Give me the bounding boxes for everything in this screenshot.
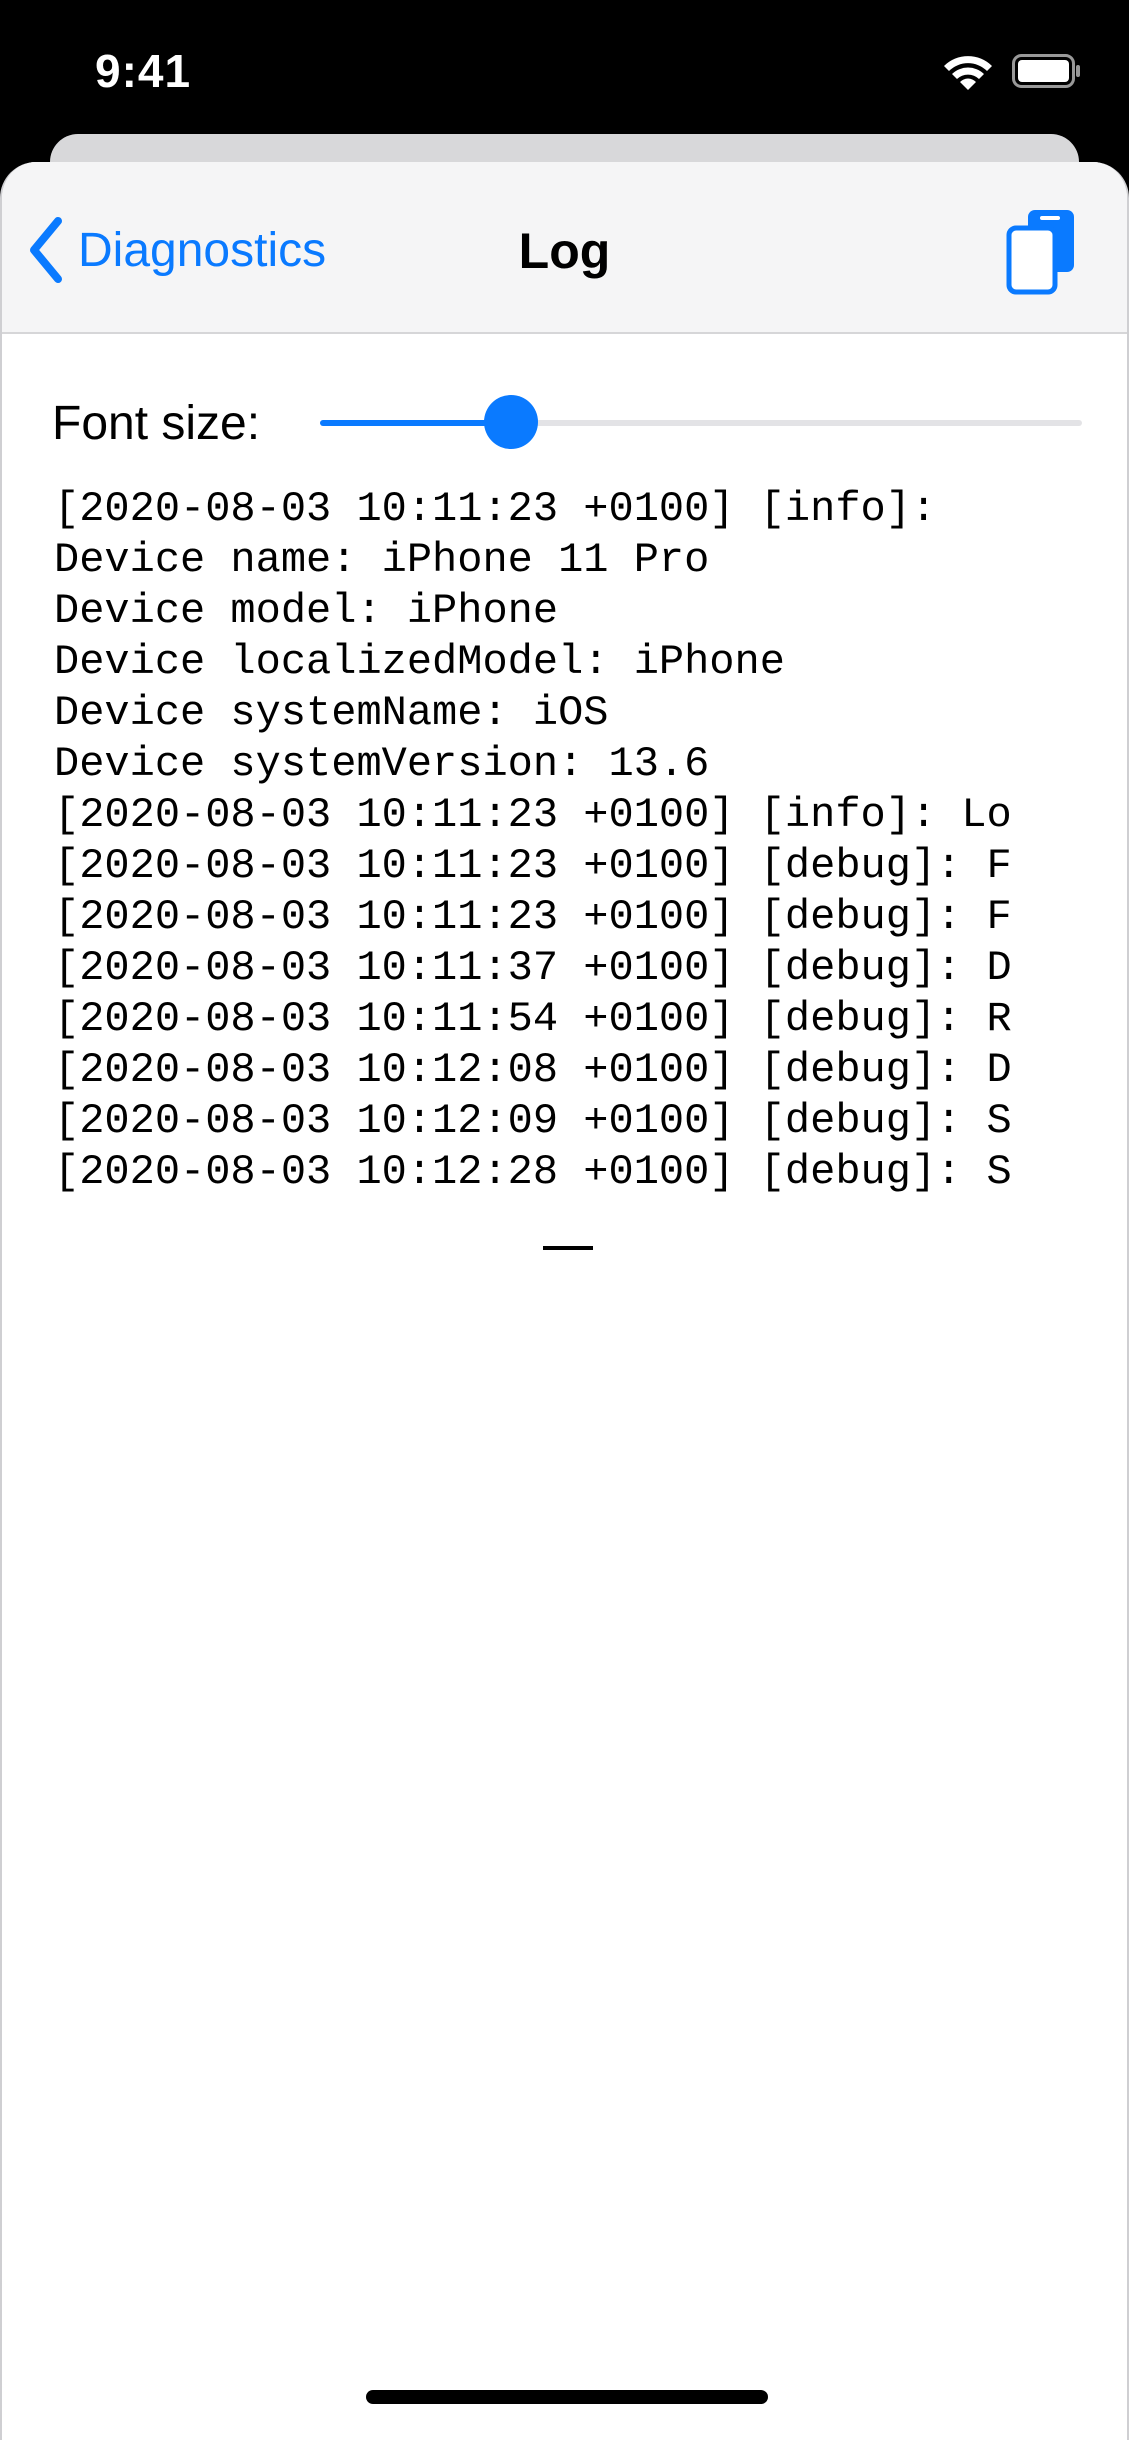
battery-icon — [1012, 54, 1080, 88]
log-text: [2020-08-03 10:11:23 +0100] [info]: Devic… — [54, 484, 1084, 1198]
slider-fill — [320, 420, 511, 426]
log-line: [2020-08-03 10:11:23 +0100] [debug]: F — [54, 893, 1012, 941]
log-line: [2020-08-03 10:11:23 +0100] [info]: Lo — [54, 791, 1012, 839]
page-title: Log — [518, 223, 611, 279]
log-line: [2020-08-03 10:12:28 +0100] [debug]: S — [54, 1148, 1012, 1196]
log-line: [2020-08-03 10:11:23 +0100] [info]: — [54, 485, 937, 533]
home-indicator — [366, 2390, 768, 2404]
log-line: [2020-08-03 10:11:37 +0100] [debug]: D — [54, 944, 1012, 992]
copy-icon[interactable] — [1004, 206, 1080, 296]
slider-thumb[interactable] — [483, 395, 538, 449]
font-size-label: Font size: — [52, 397, 261, 450]
log-line: Device localizedModel: iPhone — [54, 638, 785, 686]
font-size-row: Font size: — [2, 372, 1127, 472]
status-time: 9:41 — [95, 45, 192, 97]
log-line: [2020-08-03 10:12:08 +0100] [debug]: D — [54, 1046, 1012, 1094]
navigation-bar: Diagnostics Log — [2, 162, 1127, 334]
log-line: [2020-08-03 10:11:23 +0100] [debug]: F — [54, 842, 1012, 890]
log-line: Device name: iPhone 11 Pro — [54, 536, 710, 584]
log-line: [2020-08-03 10:11:54 +0100] [debug]: R — [54, 995, 1012, 1043]
log-sheet: Diagnostics Log Font size: [2020-08-03 1… — [0, 162, 1129, 2440]
wifi-icon — [944, 56, 992, 90]
log-line: Device systemVersion: 13.6 — [54, 740, 710, 788]
log-line: Device systemName: iOS — [54, 689, 609, 737]
log-line: Device model: iPhone — [54, 587, 559, 635]
text-cursor — [543, 1246, 593, 1250]
font-size-slider[interactable] — [320, 392, 1082, 452]
log-line: [2020-08-03 10:12:09 +0100] [debug]: S — [54, 1097, 1012, 1145]
status-bar: 9:41 — [0, 0, 1129, 140]
